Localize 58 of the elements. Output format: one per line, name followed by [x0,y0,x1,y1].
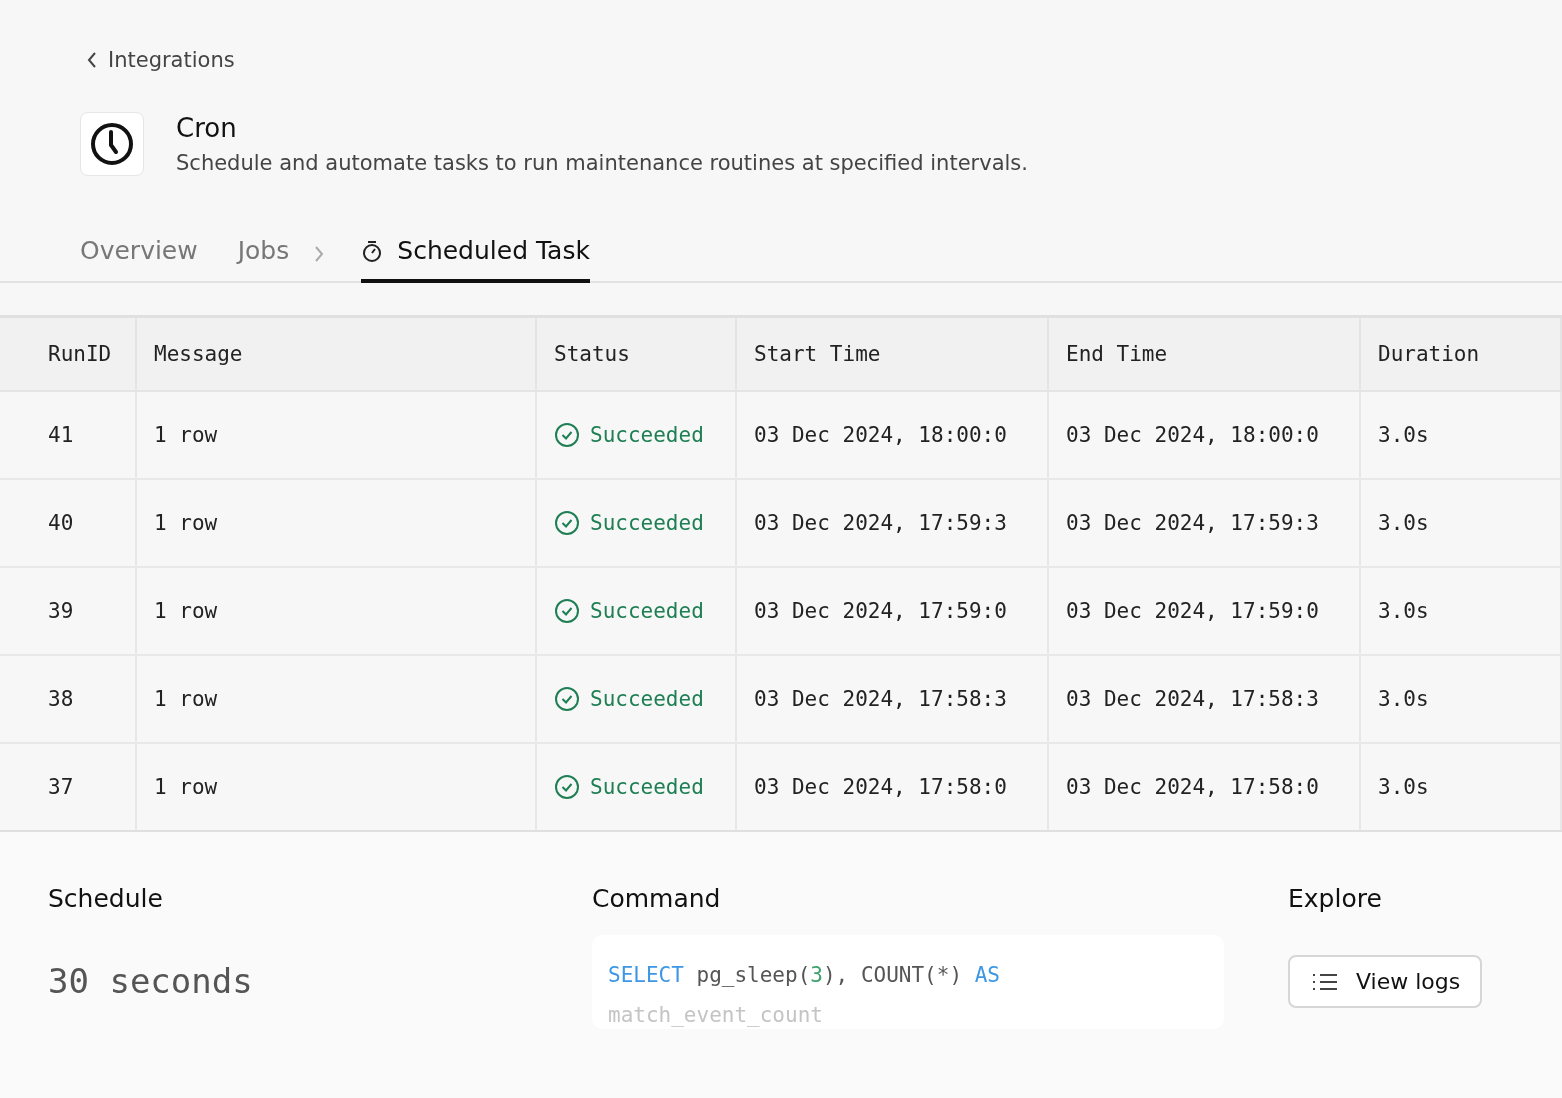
column-header: Start Time [737,318,1049,392]
table-cell: 1 row [137,480,537,568]
table-cell: 3.0s [1361,392,1562,480]
table-cell: 03 Dec 2024, 17:59:0 [737,568,1049,656]
schedule-value: 30 seconds [48,961,254,1001]
code-block: SELECT pg_sleep(3), COUNT(*) AS match_event_count [592,935,1224,1029]
status-label: Succeeded [590,687,704,711]
table-cell: 03 Dec 2024, 17:58:0 [737,744,1049,830]
table-cell: 1 row [137,392,537,480]
table-cell: 41 [0,392,137,480]
status-label: Succeeded [590,511,704,535]
stopwatch-icon [361,238,384,263]
column-header: Message [137,318,537,392]
check-circle-icon [554,686,580,712]
table-cell: 03 Dec 2024, 18:00:0 [737,392,1049,480]
table-cell: 1 row [137,656,537,744]
table-cell: 38 [0,656,137,744]
integration-name: Cron [176,113,238,143]
status-label: Succeeded [590,423,704,447]
check-circle-icon [554,422,580,448]
list-icon [1312,971,1338,992]
table-cell: 40 [0,480,137,568]
section-title: Command [592,884,722,913]
table-cell: 3.0s [1361,568,1562,656]
column-header: Duration [1361,318,1562,392]
table-cell: 03 Dec 2024, 17:58:0 [1049,744,1361,830]
check-circle-icon [554,598,580,624]
table-cell: 37 [0,744,137,830]
tab[interactable]: Scheduled Task [361,226,590,283]
table-cell: 03 Dec 2024, 18:00:0 [1049,392,1361,480]
clock-icon [80,112,144,176]
check-circle-icon [554,774,580,800]
back-link[interactable]: Integrations [86,48,235,72]
tab[interactable]: Jobs [237,226,290,283]
integration-description: Schedule and automate tasks to run maintenance routines at specified intervals. [176,151,1028,175]
column-header: Status [537,318,737,392]
table-cell: 1 row [137,568,537,656]
table-cell: 3.0s [1361,744,1562,830]
chevron-right-icon [313,244,326,263]
column-header: End Time [1049,318,1361,392]
check-circle-icon [554,510,580,536]
table-cell: 03 Dec 2024, 17:58:3 [737,656,1049,744]
section-title: Explore [1288,884,1383,913]
table-cell: 03 Dec 2024, 17:59:3 [1049,480,1361,568]
table-cell: 03 Dec 2024, 17:59:3 [737,480,1049,568]
status-label: Succeeded [590,775,704,799]
table-cell: 39 [0,568,137,656]
status-label: Succeeded [590,599,704,623]
column-header: RunID [0,318,137,392]
chevron-left-icon [86,51,98,69]
tab[interactable]: Overview [80,226,198,283]
table-cell: 1 row [137,744,537,830]
table-cell: 03 Dec 2024, 17:58:3 [1049,656,1361,744]
table-cell: 3.0s [1361,656,1562,744]
view-logs-button[interactable]: View logs [1288,955,1483,1008]
table-cell: 03 Dec 2024, 17:59:0 [1049,568,1361,656]
section-title: Schedule [48,884,164,913]
table-cell: 3.0s [1361,480,1562,568]
